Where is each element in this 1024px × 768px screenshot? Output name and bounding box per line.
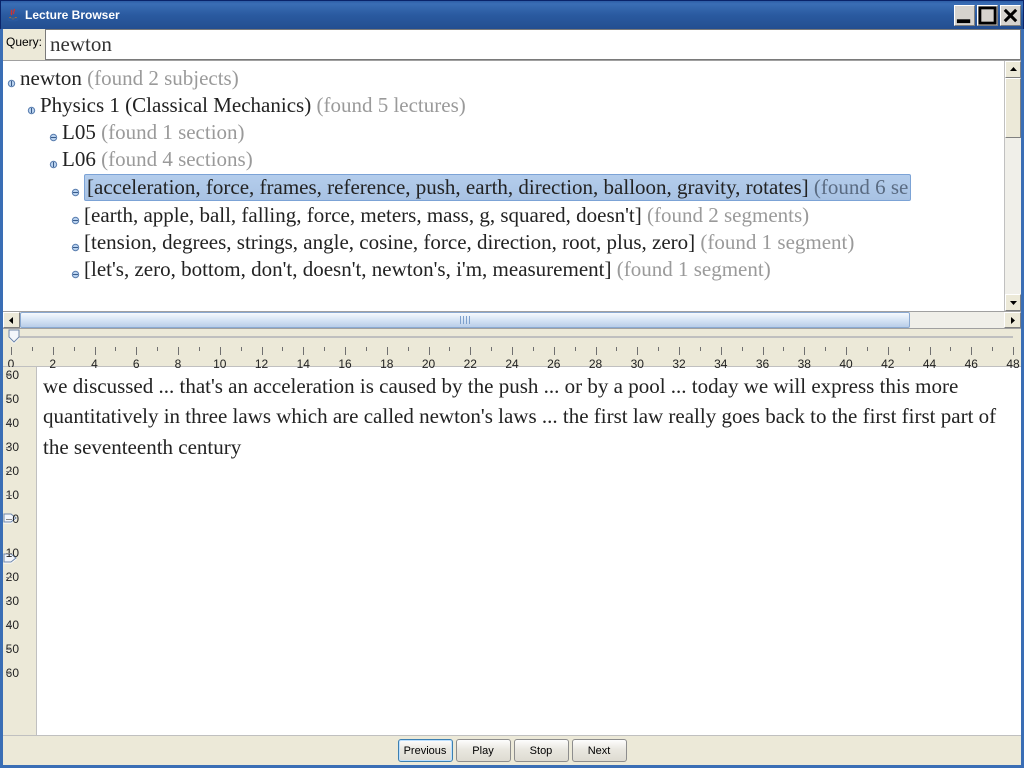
- tree-subject[interactable]: Physics 1 (Classical Mechanics) (found 5…: [3, 92, 1004, 119]
- left-gutter: 6050403020100102030405060: [3, 367, 37, 735]
- tree-subject-hint: (found 5 lectures): [316, 93, 465, 117]
- collapse-toggle-icon[interactable]: [47, 129, 59, 144]
- tree-subject-name: Physics 1 (Classical Mechanics): [40, 93, 311, 117]
- tree-horizontal-scrollbar[interactable]: [3, 312, 1021, 329]
- tree-section[interactable]: [let's, zero, bottom, don't, doesn't, ne…: [3, 256, 1004, 283]
- content-row: 6050403020100102030405060 we discussed .…: [3, 367, 1021, 735]
- timeline-tick-label: 30: [631, 357, 644, 371]
- query-label: Query:: [3, 29, 45, 60]
- tree-lecture-code: L06: [62, 147, 96, 171]
- app-body: Query: newton (found 2 subjects) Physics…: [0, 29, 1024, 768]
- timeline-tick-label: 42: [881, 357, 894, 371]
- tree-root-term: newton: [20, 66, 82, 90]
- timeline-tick-label: 36: [756, 357, 769, 371]
- timeline-tick-label: 48: [1006, 357, 1019, 371]
- timeline-tick-label: 22: [464, 357, 477, 371]
- tree-lecture[interactable]: L06 (found 4 sections): [3, 146, 1004, 173]
- timeline-tick-label: 38: [798, 357, 811, 371]
- tree-section[interactable]: [earth, apple, ball, falling, force, met…: [3, 202, 1004, 229]
- timeline-tick-label: 14: [297, 357, 310, 371]
- scroll-track[interactable]: [20, 312, 1004, 328]
- timeline-tick-label: 32: [672, 357, 685, 371]
- scroll-thumb[interactable]: [20, 312, 910, 328]
- timeline-tick-label: 46: [965, 357, 978, 371]
- timeline-tick-label: 20: [422, 357, 435, 371]
- results-tree[interactable]: newton (found 2 subjects) Physics 1 (Cla…: [3, 61, 1004, 311]
- timeline-tick-label: 24: [505, 357, 518, 371]
- java-icon: [5, 7, 21, 23]
- maximize-button[interactable]: [977, 5, 998, 26]
- timeline-tick-label: 12: [255, 357, 268, 371]
- timeline-tick-label: 4: [91, 357, 98, 371]
- gutter-scale-label: 0: [12, 512, 19, 526]
- timeline-tick-label: 6: [133, 357, 140, 371]
- timeline-tick-label: 18: [380, 357, 393, 371]
- tree-lecture-code: L05: [62, 120, 96, 144]
- tree-section-keywords: [tension, degrees, strings, angle, cosin…: [84, 230, 695, 254]
- playback-button-bar: Previous Play Stop Next: [3, 735, 1021, 765]
- tree-section-hint: (found 6 se: [814, 175, 908, 199]
- leaf-toggle-icon[interactable]: [69, 239, 81, 254]
- timeline-slider[interactable]: 0246810121416182022242628303234363840424…: [3, 329, 1021, 367]
- window-title: Lecture Browser: [25, 8, 954, 22]
- scroll-track[interactable]: [1005, 78, 1021, 294]
- expand-toggle-icon[interactable]: [47, 156, 59, 171]
- timeline-tick-label: 16: [338, 357, 351, 371]
- timeline-tick-label: 26: [547, 357, 560, 371]
- tree-lecture-hint: (found 1 section): [101, 120, 244, 144]
- expand-toggle-icon[interactable]: [25, 102, 37, 117]
- tree-section-keywords: [acceleration, force, frames, reference,…: [87, 175, 809, 199]
- tree-lecture-hint: (found 4 sections): [101, 147, 253, 171]
- tree-section-hint: (found 1 segment): [700, 230, 854, 254]
- timeline-tick-label: 10: [213, 357, 226, 371]
- play-button[interactable]: Play: [456, 739, 511, 762]
- tree-section-keywords: [earth, apple, ball, falling, force, met…: [84, 203, 642, 227]
- timeline-tick-label: 34: [714, 357, 727, 371]
- query-row: Query:: [3, 29, 1021, 61]
- tree-section-keywords: [let's, zero, bottom, don't, doesn't, ne…: [84, 257, 611, 281]
- tree-root[interactable]: newton (found 2 subjects): [3, 65, 1004, 92]
- scroll-right-button[interactable]: [1004, 312, 1021, 328]
- leaf-toggle-icon[interactable]: [69, 266, 81, 281]
- scroll-thumb[interactable]: [1005, 78, 1021, 138]
- tree-section[interactable]: [acceleration, force, frames, reference,…: [3, 173, 1004, 202]
- timeline-tick-label: 28: [589, 357, 602, 371]
- leaf-toggle-icon[interactable]: [69, 184, 81, 199]
- timeline-tick-label: 2: [49, 357, 56, 371]
- tree-root-hint: (found 2 subjects): [87, 66, 239, 90]
- stop-button[interactable]: Stop: [514, 739, 569, 762]
- tree-section-hint: (found 1 segment): [617, 257, 771, 281]
- timeline-tick-label: 44: [923, 357, 936, 371]
- scroll-down-button[interactable]: [1005, 294, 1021, 311]
- query-input[interactable]: [45, 29, 1021, 60]
- next-button[interactable]: Next: [572, 739, 627, 762]
- scroll-left-button[interactable]: [3, 312, 20, 328]
- timeline-tick-label: 40: [839, 357, 852, 371]
- previous-button[interactable]: Previous: [398, 739, 453, 762]
- minimize-button[interactable]: [954, 5, 975, 26]
- tree-section-hint: (found 2 segments): [647, 203, 809, 227]
- transcript-text: we discussed ... that's an acceleration …: [37, 367, 1021, 735]
- expand-toggle-icon[interactable]: [5, 75, 17, 90]
- leaf-toggle-icon[interactable]: [69, 212, 81, 227]
- tree-lecture[interactable]: L05 (found 1 section): [3, 119, 1004, 146]
- timeline-tick-label: 8: [175, 357, 182, 371]
- results-tree-panel: newton (found 2 subjects) Physics 1 (Cla…: [3, 61, 1021, 312]
- scroll-up-button[interactable]: [1005, 61, 1021, 78]
- window-controls: [954, 5, 1021, 26]
- title-bar: Lecture Browser: [0, 0, 1024, 29]
- tree-vertical-scrollbar[interactable]: [1004, 61, 1021, 311]
- close-button[interactable]: [1000, 5, 1021, 26]
- tree-section[interactable]: [tension, degrees, strings, angle, cosin…: [3, 229, 1004, 256]
